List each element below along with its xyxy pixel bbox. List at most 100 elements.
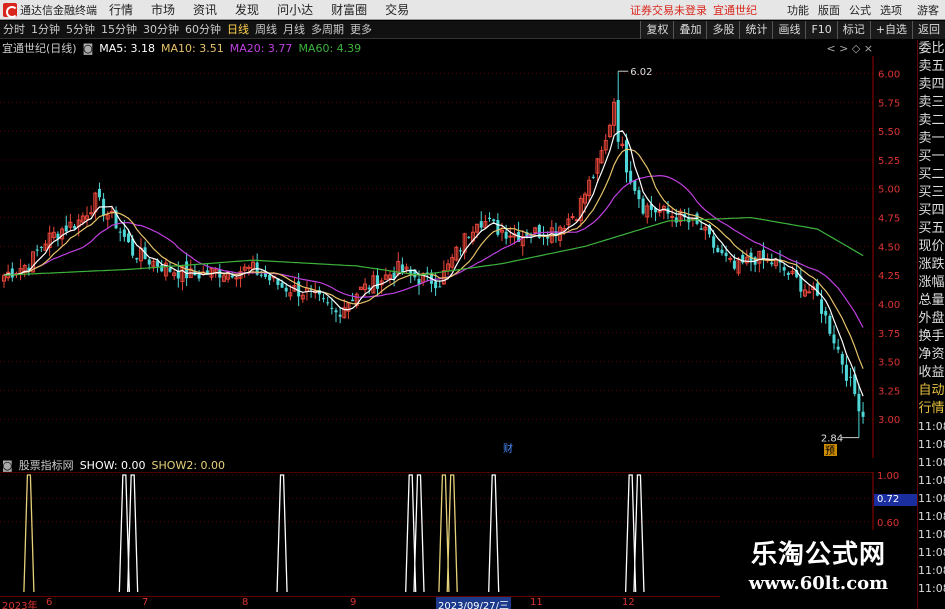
quote-field-label: 涨幅	[918, 275, 945, 290]
price-tick-label: 4.75	[878, 214, 900, 225]
settings-icon[interactable]: ◙	[83, 42, 94, 55]
price-tick-label: 3.25	[878, 386, 900, 397]
current-stock-name: 宜通世纪	[713, 3, 757, 17]
stock-period-label: 宜通世纪(日线)	[2, 42, 77, 55]
price-tick-label: 3.75	[878, 329, 900, 340]
tick-time: 11:08	[918, 456, 945, 469]
tf-monthly[interactable]: 月线	[280, 22, 308, 38]
menu-shichang[interactable]: 市场	[151, 1, 175, 18]
indicator-settings-icon[interactable]: ◙	[2, 459, 13, 472]
candle-body-down	[268, 274, 272, 281]
candle-body-up	[728, 257, 733, 260]
tool-multistock-button[interactable]: 多股	[706, 20, 740, 39]
tool-fuquan-button[interactable]: 复权	[640, 20, 674, 39]
menu-banmian[interactable]: 版面	[818, 2, 840, 18]
candle-body-down	[176, 271, 180, 279]
menu-faxian[interactable]: 发现	[235, 1, 259, 18]
tool-overlay-button[interactable]: 叠加	[673, 20, 707, 39]
tdx-window: 通达信金融终端 行情 市场 资讯 发现 问小达 财富圈 交易 证券交易未登录 宜…	[0, 0, 945, 609]
tf-1min[interactable]: 1分钟	[28, 22, 63, 38]
date-tick-label: 11	[530, 597, 543, 608]
candle-body-down	[168, 267, 172, 272]
quote-side-panel: 委比 卖五 卖四 卖三 卖二 卖一 买一 买二 买三 买四 买五 现价 涨跌 涨幅 总量 外盘 换手 净资 收益 自动…	[917, 40, 945, 609]
menu-xuanxiang[interactable]: 选项	[880, 2, 902, 18]
price-tick-label: 5.50	[878, 127, 900, 138]
quote-field-label: 外盘	[918, 311, 945, 326]
menu-wenxiaoda[interactable]: 问小达	[277, 1, 313, 18]
candle-body-down	[10, 268, 14, 278]
menu-zixun[interactable]: 资讯	[193, 1, 217, 18]
indicator-name: 股票指标网	[18, 459, 74, 472]
candle-body-down	[322, 298, 326, 300]
candle-body-down	[629, 170, 633, 183]
candle-body-down	[488, 217, 492, 220]
finance-event-marker[interactable]: 财	[503, 442, 513, 455]
price-tick-label: 4.50	[878, 242, 900, 253]
guest-login[interactable]: 游客	[917, 2, 939, 18]
candle-body-down	[828, 315, 832, 334]
candle-body-down	[434, 281, 438, 289]
kline-chart[interactable]: 6.00 5.75 5.50 5.25 5.00 4.75 4.50 4.25 4.00 3.75…	[0, 56, 917, 458]
tick-time: 11:08	[918, 582, 945, 595]
candle-body-down	[39, 246, 43, 248]
tool-mark-button[interactable]: 标记	[836, 20, 870, 39]
tool-f10-button[interactable]: F10	[805, 20, 837, 39]
candle-body-down	[712, 236, 716, 248]
forecast-marker[interactable]: 预	[825, 445, 835, 457]
candle-body-down	[280, 282, 284, 288]
watermark-cn: 乐淘公式网	[750, 540, 886, 570]
candle-body-down	[820, 299, 824, 314]
quote-field-label: 卖四	[918, 77, 945, 92]
price-tick-label: 6.00	[878, 70, 900, 81]
tf-fenshi[interactable]: 分时	[0, 22, 28, 38]
menu-jiaoyi[interactable]: 交易	[385, 1, 409, 18]
menu-bar: 通达信金融终端 行情 市场 资讯 发现 问小达 财富圈 交易 证券交易未登录 宜…	[0, 0, 945, 20]
quote-field-label: 行情	[918, 401, 945, 416]
candle-body-down	[849, 376, 853, 378]
tool-stats-button[interactable]: 统计	[739, 20, 773, 39]
ma5-value: MA5: 3.18	[99, 41, 155, 55]
candle-body-down	[479, 221, 483, 228]
tool-back-button[interactable]: 返回	[912, 20, 945, 39]
menu-caifuquan[interactable]: 财富圈	[331, 1, 367, 18]
candlesticks	[2, 71, 865, 438]
price-tick-label: 4.25	[878, 271, 900, 282]
app-logo-icon	[3, 2, 18, 18]
tf-30min[interactable]: 30分钟	[140, 22, 182, 38]
tf-5min[interactable]: 5分钟	[63, 22, 98, 38]
tool-add-watchlist-button[interactable]: +自选	[869, 20, 912, 39]
candle-body-down	[147, 259, 151, 265]
candle-body-down	[351, 299, 355, 302]
candle-body-down	[330, 307, 334, 309]
tick-time: 11:08	[918, 474, 945, 487]
candle-body-up	[807, 291, 812, 294]
menu-gongneng[interactable]: 功能	[787, 2, 809, 18]
quote-field-label: 净资	[918, 347, 945, 362]
tf-more[interactable]: 更多	[347, 22, 375, 38]
price-tick-label: 4.00	[878, 300, 900, 311]
candle-body-down	[122, 229, 126, 237]
quote-field-label: 总量	[918, 293, 945, 308]
candle-body-down	[504, 231, 508, 239]
tf-multi[interactable]: 多周期	[308, 22, 347, 38]
candle-body-down	[338, 314, 342, 317]
candle-body-down	[35, 249, 39, 251]
chart-window-controls[interactable]: < > ◇ ×	[826, 42, 873, 55]
tf-weekly[interactable]: 周线	[252, 22, 280, 38]
tool-draw-button[interactable]: 画线	[772, 20, 806, 39]
tick-time: 11:08	[918, 492, 945, 505]
quote-field-label: 卖五	[918, 59, 945, 74]
tick-time: 11:08	[918, 564, 945, 577]
tf-60min[interactable]: 60分钟	[182, 22, 224, 38]
trade-login-notice[interactable]: 证券交易未登录	[630, 2, 707, 18]
price-tick-label: 5.75	[878, 98, 900, 109]
tf-daily[interactable]: 日线	[224, 22, 252, 38]
candle-body-down	[641, 198, 645, 214]
indicator-spike	[488, 474, 500, 593]
quote-field-label: 买三	[918, 185, 945, 200]
menu-hangqing[interactable]: 行情	[109, 1, 133, 18]
tf-15min[interactable]: 15分钟	[98, 22, 140, 38]
candle-body-down	[326, 302, 330, 304]
menu-gongshi[interactable]: 公式	[849, 2, 871, 18]
chart-tools: 复权 叠加 多股 统计 画线 F10 标记 +自选 返回	[640, 20, 945, 39]
